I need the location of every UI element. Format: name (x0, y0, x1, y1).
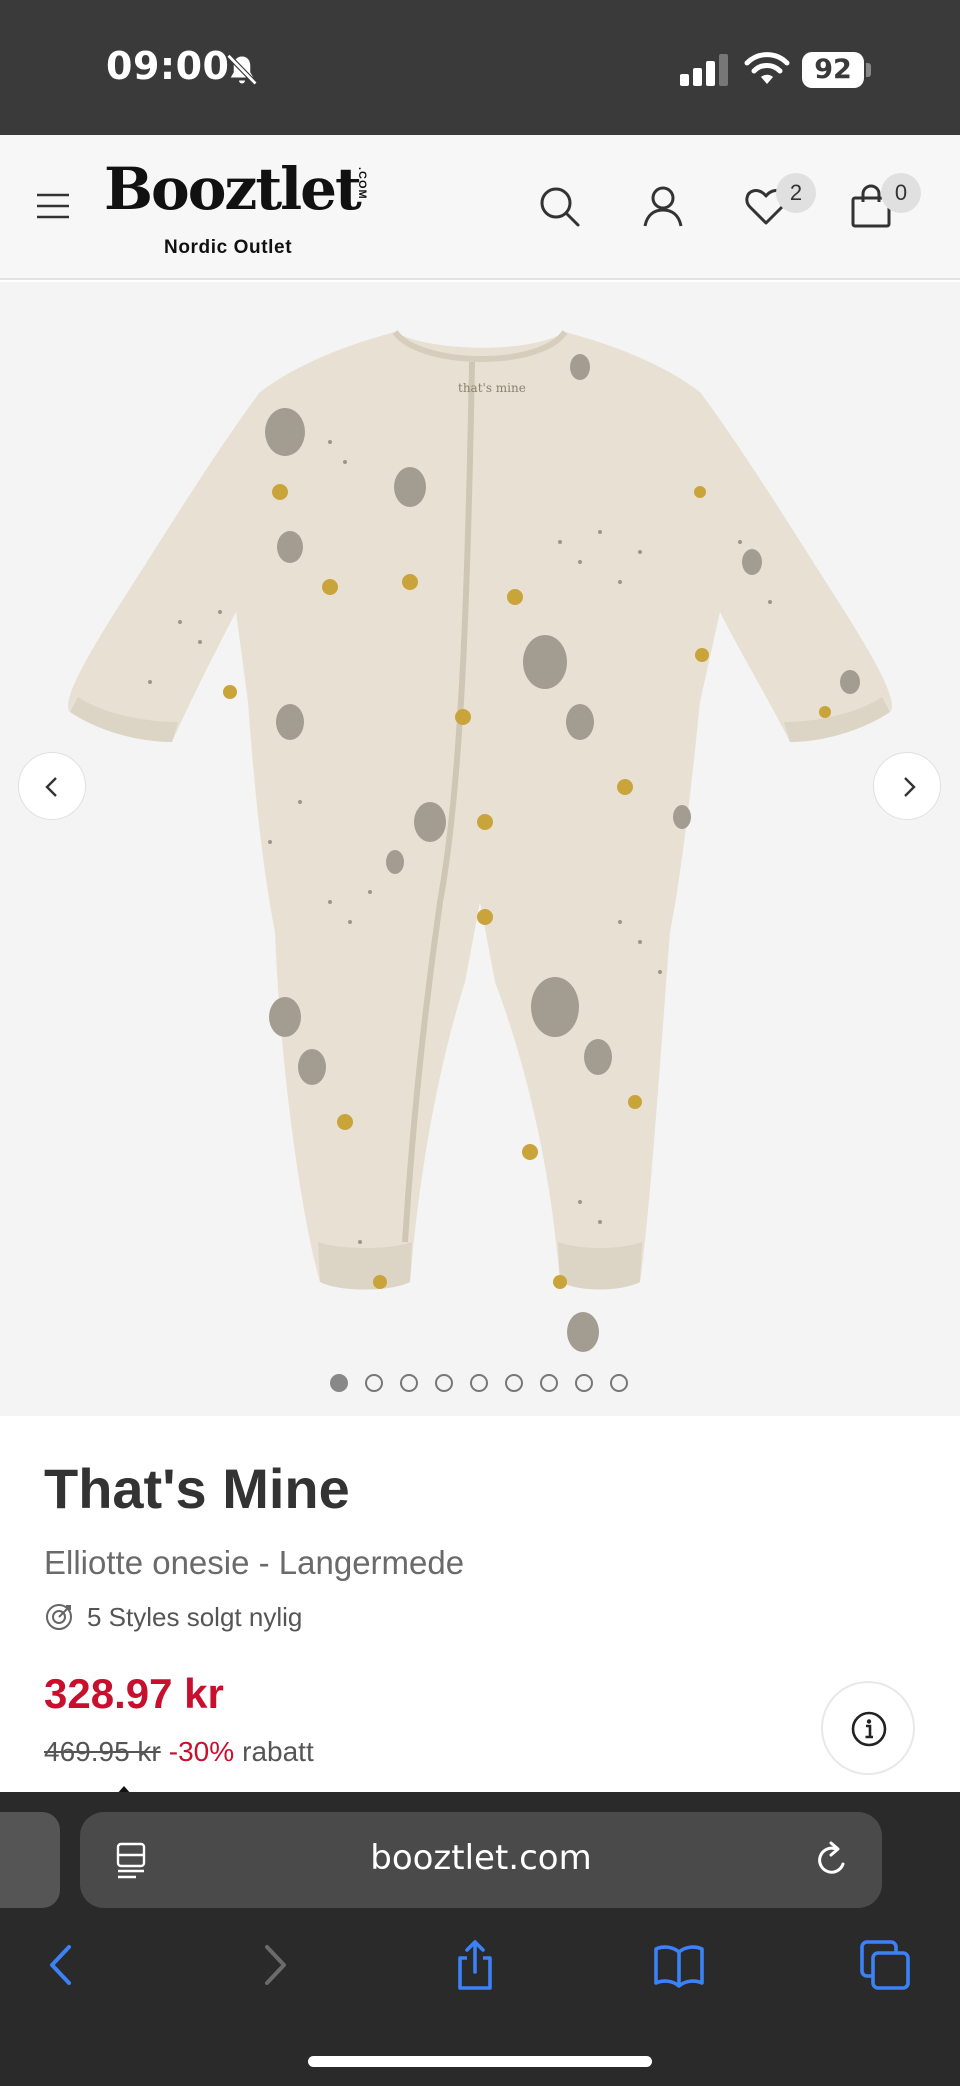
battery-level: 92 (802, 52, 864, 88)
wifi-icon (744, 52, 790, 84)
forward-icon[interactable] (246, 1938, 300, 1992)
chevron-right-icon (904, 777, 916, 797)
product-name: Elliotte onesie - Langermede (44, 1544, 465, 1581)
home-indicator (308, 2056, 652, 2067)
status-bar: 09:00 92 (0, 0, 960, 135)
logo-text: Booztlet (104, 155, 362, 223)
bell-muted-icon (226, 53, 258, 86)
url-text[interactable]: booztlet.com (80, 1838, 882, 1878)
site-logo[interactable]: Booztlet .COM Nordic Outlet (104, 155, 374, 258)
gallery-dot-4[interactable] (435, 1374, 453, 1392)
product-image-onesie[interactable]: that's mine (0, 282, 960, 1382)
gallery-dot-8[interactable] (575, 1374, 593, 1392)
gallery-dot-3[interactable] (400, 1374, 418, 1392)
discount-percent: -30% (168, 1736, 235, 1767)
product-gallery[interactable]: that's mine (0, 282, 960, 1416)
info-button[interactable] (821, 1681, 915, 1775)
back-icon[interactable] (36, 1938, 90, 1992)
logo-subtitle: Nordic Outlet (164, 237, 293, 258)
address-bar[interactable]: booztlet.com (80, 1812, 882, 1908)
gallery-dot-7[interactable] (540, 1374, 558, 1392)
original-price: 469.95 kr (44, 1736, 161, 1767)
previous-tab-preview[interactable] (0, 1812, 60, 1908)
gallery-dot-5[interactable] (470, 1374, 488, 1392)
chevron-left-icon (45, 777, 57, 797)
gallery-pagination (330, 1374, 640, 1394)
price-details: 469.95 kr -30% rabatt (44, 1736, 314, 1768)
bag-count-badge: 0 (881, 173, 921, 213)
account-icon[interactable] (640, 183, 686, 229)
target-icon (46, 1604, 72, 1630)
product-brand[interactable]: That's Mine (44, 1456, 350, 1521)
status-time: 09:00 (106, 44, 230, 88)
previous-image-button[interactable] (18, 752, 86, 820)
menu-icon[interactable] (36, 191, 70, 221)
gallery-dot-6[interactable] (505, 1374, 523, 1392)
bookmarks-icon[interactable] (652, 1938, 706, 1992)
svg-text:that's mine: that's mine (458, 381, 526, 395)
tabs-icon[interactable] (858, 1938, 912, 1992)
site-header: Booztlet .COM Nordic Outlet 2 0 (0, 135, 960, 280)
gallery-dot-9[interactable] (610, 1374, 628, 1392)
logo-com: .COM (356, 167, 368, 200)
current-price: 328.97 kr (44, 1670, 224, 1717)
battery-tip (866, 63, 871, 77)
search-icon[interactable] (536, 183, 582, 229)
share-icon[interactable] (448, 1938, 502, 1992)
signal-icon (680, 54, 728, 86)
reload-icon[interactable] (812, 1840, 852, 1880)
gallery-dot-1[interactable] (330, 1374, 348, 1392)
wishlist-count-badge: 2 (776, 173, 816, 213)
gallery-dot-2[interactable] (365, 1374, 383, 1392)
battery-icon: 92 (802, 52, 872, 88)
next-image-button[interactable] (873, 752, 941, 820)
discount-label: rabatt (242, 1736, 314, 1767)
sold-recently-text: 5 Styles solgt nylig (87, 1602, 303, 1632)
info-icon (851, 1711, 887, 1747)
browser-toolbar: booztlet.com (0, 1792, 960, 2086)
